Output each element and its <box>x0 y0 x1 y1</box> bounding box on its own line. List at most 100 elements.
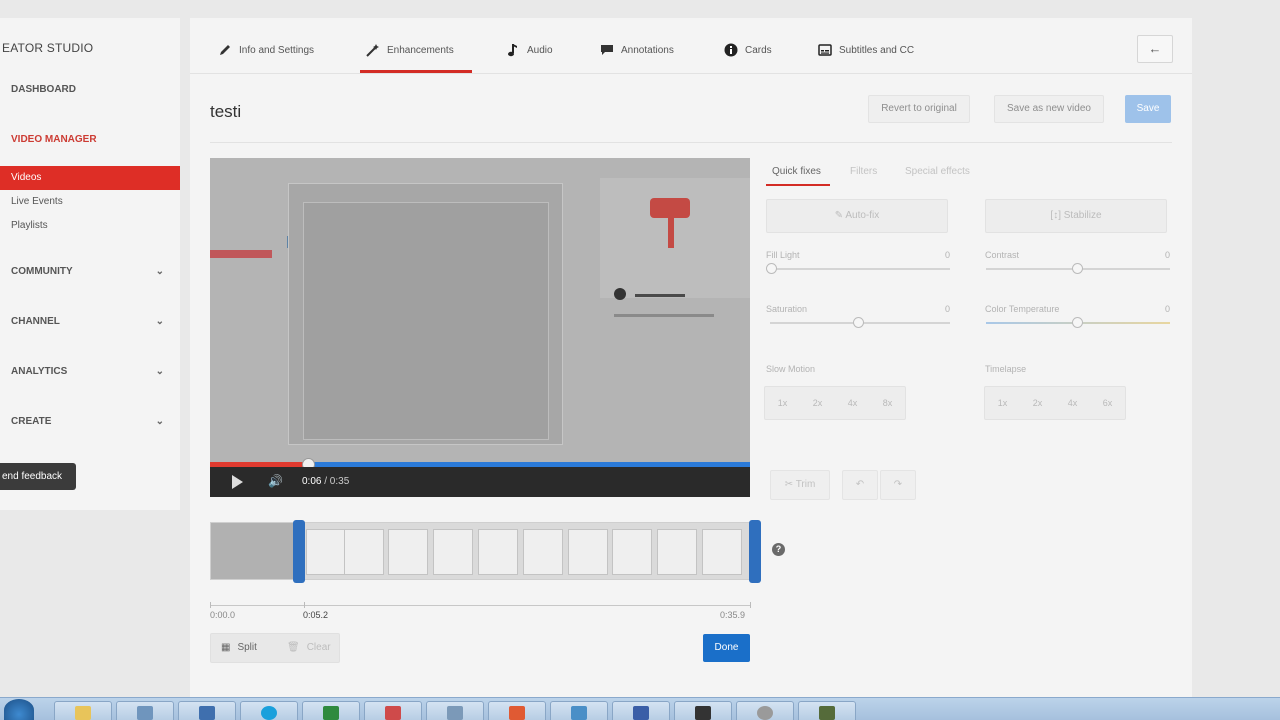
taskbar-item[interactable] <box>116 701 174 720</box>
subtab-special-effects[interactable]: Special effects <box>905 166 970 177</box>
save-as-new-button[interactable]: Save as new video <box>994 95 1104 123</box>
taskbar-item[interactable] <box>612 701 670 720</box>
auto-fix-button[interactable]: ✎ Auto-fix <box>766 199 948 233</box>
taskbar-item[interactable] <box>364 701 422 720</box>
done-button[interactable]: Done <box>703 634 750 662</box>
taskbar-item[interactable] <box>178 701 236 720</box>
rotate-right-button[interactable]: ↷ <box>880 470 916 500</box>
skype-icon <box>261 706 277 720</box>
taskbar-item[interactable] <box>54 701 112 720</box>
sidebar: EATOR STUDIO DASHBOARD VIDEO MANAGER Vid… <box>0 18 180 510</box>
contrast-label: Contrast <box>985 250 1020 260</box>
fill-light-knob[interactable] <box>766 263 777 274</box>
split-button[interactable]: ▦ Split <box>221 634 257 662</box>
video-content <box>303 202 549 440</box>
saturation-value: 0 <box>945 304 951 314</box>
tab-annotations[interactable]: Annotations <box>600 40 674 60</box>
save-button[interactable]: Save <box>1125 95 1171 123</box>
back-button[interactable]: ← <box>1137 35 1173 63</box>
clear-button[interactable]: 🗑 Clear <box>287 634 331 662</box>
slow-motion-label: Slow Motion <box>766 364 816 374</box>
trim-button[interactable]: ✂ Trim <box>770 470 830 500</box>
trim-end-handle[interactable] <box>749 520 761 583</box>
subtab-quick-fixes[interactable]: Quick fixes <box>772 166 821 177</box>
sidebar-item-create[interactable]: CREATE ⌄ <box>0 410 180 434</box>
sidebar-item-playlists[interactable]: Playlists <box>0 214 180 238</box>
editor-panel: Info and Settings Enhancements Audio Ann… <box>190 18 1192 698</box>
stabilize-button[interactable]: [↕] Stabilize <box>985 199 1167 233</box>
timelapse-option[interactable]: 4x <box>1055 387 1090 419</box>
video-frame <box>210 158 750 464</box>
tab-audio[interactable]: Audio <box>506 40 553 60</box>
volume-icon[interactable]: 🔊 <box>268 474 283 488</box>
tab-info-settings[interactable]: Info and Settings <box>218 40 314 60</box>
contrast-knob[interactable] <box>1072 263 1083 274</box>
taskbar-item[interactable] <box>550 701 608 720</box>
timelapse-option[interactable]: 1x <box>985 387 1020 419</box>
editor-tabs: Info and Settings Enhancements Audio Ann… <box>190 18 1192 74</box>
send-feedback-button[interactable]: end feedback <box>0 463 76 490</box>
sidebar-item-videos[interactable]: Videos <box>0 166 180 190</box>
divider <box>210 142 1172 143</box>
slow-motion-option[interactable]: 2x <box>800 387 835 419</box>
chevron-down-icon: ⌄ <box>155 266 164 277</box>
color-temperature-label: Color Temperature <box>985 304 1060 314</box>
chevron-down-icon: ⌄ <box>155 366 164 377</box>
taskbar <box>0 697 1280 720</box>
subtab-filters[interactable]: Filters <box>850 166 877 177</box>
video-content <box>614 314 714 317</box>
taskbar-item[interactable] <box>426 701 484 720</box>
slow-motion-selector: 1x 2x 4x 8x <box>764 386 906 420</box>
timeline-end-label: 0:35.9 <box>720 610 746 620</box>
sidebar-item-channel[interactable]: CHANNEL ⌄ <box>0 310 180 334</box>
timeline-frame <box>702 529 742 575</box>
folder-icon <box>75 706 91 720</box>
help-icon[interactable]: ? <box>772 543 785 556</box>
taskbar-item[interactable] <box>736 701 794 720</box>
taskbar-item[interactable] <box>798 701 856 720</box>
slow-motion-option[interactable]: 8x <box>870 387 905 419</box>
sidebar-item-dashboard[interactable]: DASHBOARD <box>0 78 180 102</box>
video-player[interactable]: 🔊 0:06 / 0:35 <box>210 158 750 497</box>
fill-light-slider[interactable] <box>770 268 950 270</box>
taskbar-item[interactable] <box>674 701 732 720</box>
taskbar-item[interactable] <box>302 701 360 720</box>
timelapse-option[interactable]: 2x <box>1020 387 1055 419</box>
taskbar-item[interactable] <box>488 701 546 720</box>
sidebar-item-live-events[interactable]: Live Events <box>0 190 180 214</box>
timelapse-option[interactable]: 6x <box>1090 387 1125 419</box>
revert-button[interactable]: Revert to original <box>868 95 970 123</box>
app-icon <box>757 706 773 720</box>
taskbar-item[interactable] <box>240 701 298 720</box>
sidebar-item-analytics[interactable]: ANALYTICS ⌄ <box>0 360 180 384</box>
play-icon[interactable] <box>232 475 243 489</box>
ruler-tick <box>210 602 211 608</box>
video-content <box>210 250 272 258</box>
trim-label: Trim <box>795 479 816 490</box>
trash-icon: 🗑 <box>287 642 300 653</box>
trim-icon: ✂ <box>784 479 794 490</box>
magic-wand-icon: ✎ <box>834 210 844 221</box>
timeline-frame <box>388 529 428 575</box>
saturation-knob[interactable] <box>853 317 864 328</box>
video-title: testi <box>210 102 242 121</box>
trim-start-handle[interactable] <box>293 520 305 583</box>
auto-fix-label: Auto-fix <box>845 210 880 221</box>
app-icon <box>199 706 215 720</box>
tab-cards[interactable]: Cards <box>724 40 772 60</box>
slow-motion-option[interactable]: 1x <box>765 387 800 419</box>
trim-timeline[interactable] <box>210 520 761 583</box>
sidebar-item-community[interactable]: COMMUNITY ⌄ <box>0 260 180 284</box>
rotate-left-button[interactable]: ↶ <box>842 470 878 500</box>
subtitles-icon <box>818 44 832 56</box>
sidebar-item-video-manager[interactable]: VIDEO MANAGER <box>0 128 180 152</box>
video-content <box>635 294 685 297</box>
pencil-icon <box>220 45 230 55</box>
tab-subtitles[interactable]: Subtitles and CC <box>818 40 914 60</box>
tab-enhancements[interactable]: Enhancements <box>366 40 454 60</box>
chevron-down-icon: ⌄ <box>155 316 164 327</box>
timeline-ruler <box>210 605 751 606</box>
color-temperature-knob[interactable] <box>1072 317 1083 328</box>
slow-motion-option[interactable]: 4x <box>835 387 870 419</box>
start-button[interactable] <box>4 699 34 720</box>
